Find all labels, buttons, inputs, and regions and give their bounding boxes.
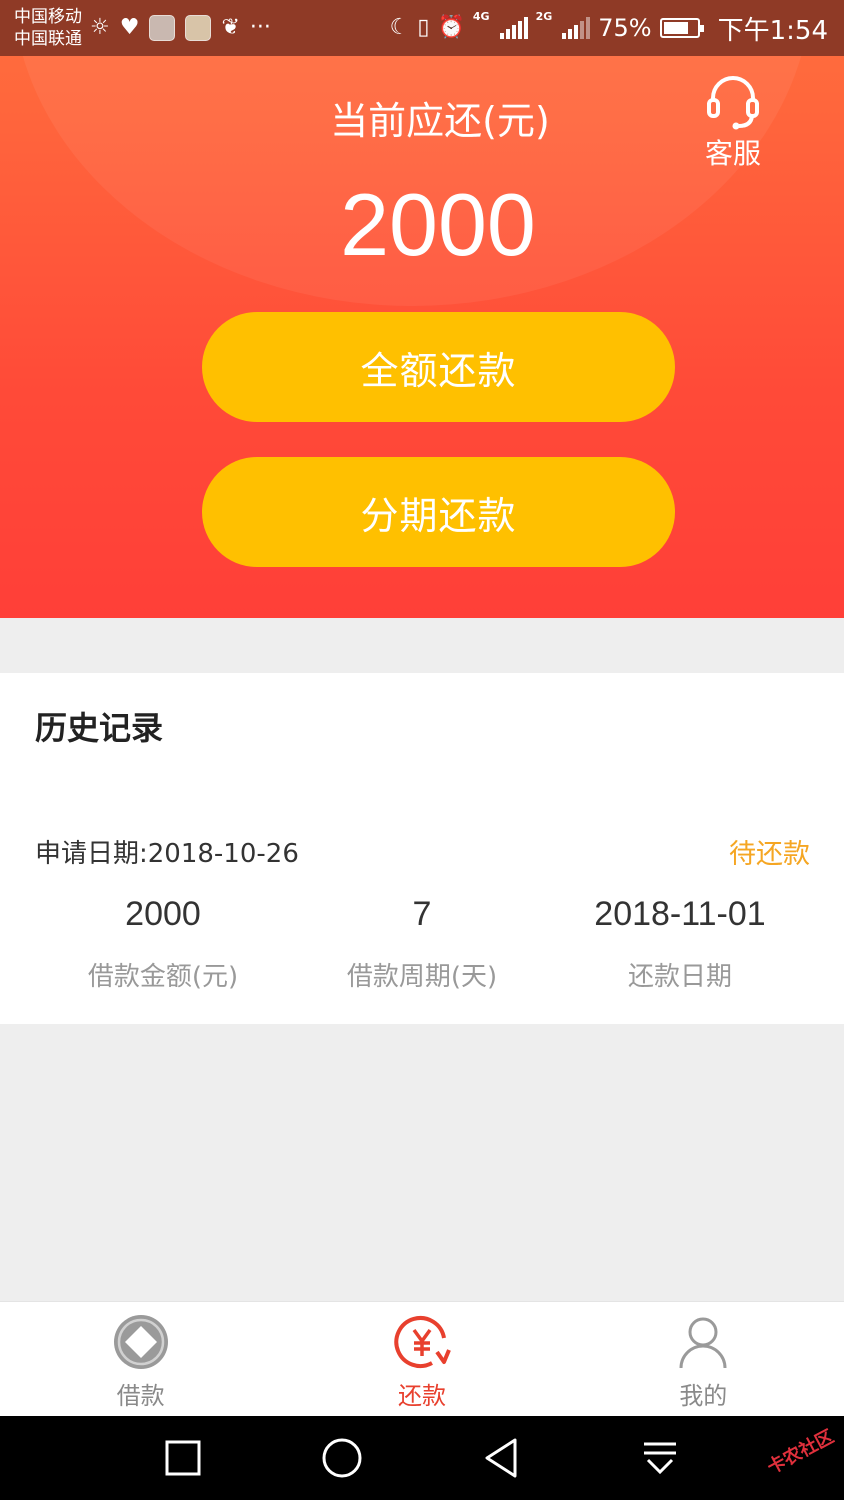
status-badge: 待还款 bbox=[729, 839, 810, 870]
tab-loan-label: 借款 bbox=[116, 1382, 165, 1410]
home-icon bbox=[322, 1438, 362, 1478]
battery-percent: 75% bbox=[598, 14, 652, 42]
signal-icon bbox=[499, 17, 528, 39]
vibrate-icon: ▯ bbox=[417, 15, 430, 40]
carrier-1: 中国移动 bbox=[14, 7, 82, 27]
heart-rate-icon: ♥ bbox=[119, 15, 140, 40]
person-icon bbox=[679, 1317, 727, 1369]
tab-mine-label: 我的 bbox=[679, 1382, 728, 1410]
yuan-repay-icon bbox=[394, 1316, 451, 1369]
loan-amount-label: 借款金额(元) bbox=[87, 962, 239, 992]
due-date-value: 2018-11-01 bbox=[594, 895, 766, 933]
diamond-coin-icon bbox=[113, 1315, 168, 1369]
alarm-icon: ⏰ bbox=[437, 15, 465, 40]
app-icon bbox=[149, 15, 176, 41]
due-date-label: 还款日期 bbox=[627, 962, 732, 992]
loan-period-stat: 7 借款周期(天) bbox=[282, 895, 562, 993]
tab-mine[interactable]: 我的 bbox=[563, 1302, 844, 1416]
moon-icon: ☾ bbox=[389, 15, 410, 40]
battery-icon bbox=[659, 18, 704, 38]
uc-browser-icon: ❦ bbox=[221, 15, 240, 40]
carrier-2: 中国联通 bbox=[14, 29, 82, 49]
loan-amount-value: 2000 bbox=[125, 895, 201, 933]
tab-loan[interactable]: 借款 bbox=[0, 1302, 281, 1416]
tab-repay[interactable]: 还款 bbox=[281, 1302, 562, 1416]
due-date-stat: 2018-11-01 还款日期 bbox=[540, 895, 820, 993]
system-status: ☾ ▯ ⏰ 4G 2G 75% 下午1:54 bbox=[390, 10, 828, 47]
carrier-info: 中国移动 中国联通 bbox=[14, 6, 82, 50]
loan-amount-stat: 2000 借款金额(元) bbox=[23, 895, 303, 993]
bottom-tab-bar: 借款 还款 我的 bbox=[0, 1301, 844, 1416]
watermark: 卡农社区 bbox=[763, 1426, 838, 1479]
current-due-amount: 2000 bbox=[340, 175, 536, 274]
full-repay-button[interactable]: 全额还款 bbox=[202, 312, 675, 422]
clock: 下午1:54 bbox=[717, 15, 828, 46]
headset-icon bbox=[707, 76, 759, 130]
app-icon bbox=[185, 15, 212, 41]
status-bar: 中国移动 中国联通 ☼ ♥ ❦ ··· ☾ ▯ ⏰ 4G 2G 75% 下午1:… bbox=[0, 0, 844, 56]
back-button[interactable] bbox=[479, 1436, 523, 1480]
loan-period-label: 借款周期(天) bbox=[346, 962, 498, 992]
brightness-icon: ☼ bbox=[90, 15, 110, 40]
history-title: 历史记录 bbox=[35, 709, 164, 747]
recent-apps-icon bbox=[165, 1440, 201, 1476]
recent-apps-button[interactable] bbox=[161, 1436, 205, 1480]
notification-icons: ☼ ♥ ❦ ··· bbox=[90, 15, 271, 41]
android-nav-bar: 卡农社区 bbox=[0, 1416, 844, 1500]
network-type-2: 2G bbox=[535, 9, 553, 23]
apply-date: 申请日期:2018-10-26 bbox=[35, 839, 299, 869]
loan-period-value: 7 bbox=[412, 895, 432, 933]
tab-repay-label: 还款 bbox=[397, 1382, 446, 1410]
more-icon: ··· bbox=[249, 15, 271, 40]
back-icon bbox=[485, 1438, 517, 1478]
customer-service-button[interactable]: 客服 bbox=[698, 72, 768, 172]
notification-pull-button[interactable] bbox=[638, 1436, 682, 1480]
network-type-1: 4G bbox=[472, 9, 490, 23]
repayment-screen: 中国移动 中国联通 ☼ ♥ ❦ ··· ☾ ▯ ⏰ 4G 2G 75% 下午1:… bbox=[0, 0, 844, 1500]
repayment-header: 当前应还(元) 2000 客服 全额还款 分期还款 bbox=[0, 56, 844, 618]
customer-service-label: 客服 bbox=[704, 137, 761, 170]
battery-fill bbox=[663, 22, 688, 34]
history-section: 历史记录 申请日期:2018-10-26 待还款 2000 借款金额(元) 7 … bbox=[0, 673, 844, 1024]
installment-repay-button[interactable]: 分期还款 bbox=[202, 457, 675, 567]
home-button[interactable] bbox=[320, 1436, 364, 1480]
notification-pull-icon bbox=[644, 1442, 676, 1475]
signal-icon bbox=[562, 17, 591, 39]
